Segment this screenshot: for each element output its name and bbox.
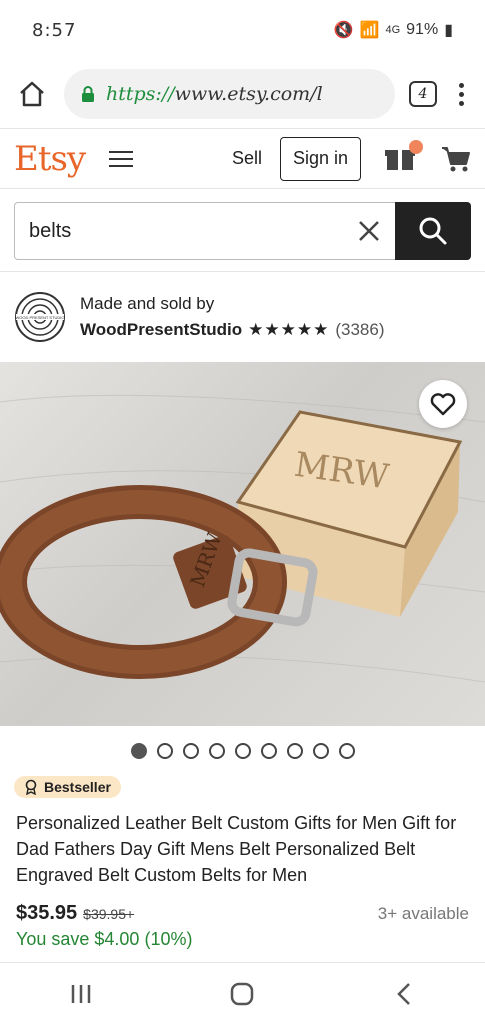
heart-icon — [430, 393, 456, 416]
home-nav-icon — [231, 982, 254, 1005]
url-text: https://www.etsy.com/l — [106, 83, 323, 105]
bestseller-badge: Bestseller — [14, 776, 121, 798]
sign-in-button[interactable]: Sign in — [279, 136, 361, 181]
home-nav-button[interactable] — [212, 974, 272, 1014]
search-section: belts — [0, 188, 485, 272]
search-input[interactable]: belts — [14, 202, 395, 260]
shop-info-row[interactable]: WOOD PRESENT STUDIO Made and sold by Woo… — [0, 272, 485, 362]
search-query: belts — [29, 219, 72, 242]
battery-icon: ▮ — [444, 22, 453, 39]
current-price: $35.95 — [16, 902, 78, 924]
carousel-dots — [0, 726, 485, 776]
etsy-logo[interactable]: Etsy — [14, 139, 86, 179]
product-image[interactable]: MRW MRW — [0, 362, 485, 726]
status-time: 8:57 — [32, 19, 77, 41]
carousel-dot[interactable] — [156, 743, 173, 759]
carousel-dot[interactable] — [208, 743, 225, 759]
product-title: Personalized Leather Belt Custom Gifts f… — [16, 813, 457, 885]
shop-info: Made and sold by WoodPresentStudio ★★★★★… — [80, 294, 384, 340]
network-label: 4G — [385, 24, 401, 36]
carousel-dot[interactable] — [338, 743, 355, 759]
system-nav-bar — [0, 962, 485, 1024]
battery-level: 91% — [406, 21, 439, 38]
lock-icon — [82, 86, 94, 102]
carousel-dot[interactable] — [286, 743, 303, 759]
sell-link[interactable]: Sell — [232, 148, 262, 169]
back-button[interactable] — [374, 974, 434, 1014]
review-count[interactable]: (3386) — [335, 320, 384, 340]
carousel-dot[interactable] — [130, 743, 147, 759]
cart-icon[interactable] — [441, 145, 471, 173]
hamburger-icon[interactable] — [109, 150, 134, 167]
recents-button[interactable] — [51, 974, 111, 1014]
search-form: belts — [14, 202, 471, 260]
award-icon — [25, 779, 37, 795]
more-icon[interactable] — [451, 82, 471, 106]
rating-stars: ★★★★★ — [248, 320, 330, 339]
product-photo: MRW MRW — [0, 394, 485, 683]
shop-name-line: WoodPresentStudio ★★★★★ (3386) — [80, 320, 384, 340]
badge-row: Bestseller — [0, 776, 485, 800]
gift-button[interactable] — [385, 139, 423, 172]
status-bar: 8:57 🔇 📶 4G 91% ▮ — [0, 0, 485, 60]
shop-logo-text: WOOD PRESENT STUDIO — [15, 315, 64, 320]
availability: 3+ available — [377, 904, 469, 923]
made-by-label: Made and sold by — [80, 294, 215, 313]
site-header: Etsy Sell Sign in — [0, 128, 485, 188]
badge-label: Bestseller — [44, 779, 111, 795]
original-price: $39.95+ — [83, 906, 135, 922]
recents-icon — [71, 984, 91, 1003]
carousel-dot[interactable] — [260, 743, 277, 759]
browser-toolbar: https://www.etsy.com/l 4 — [0, 60, 485, 128]
close-icon[interactable] — [357, 219, 381, 243]
back-icon — [397, 982, 411, 1005]
savings-text: You save $4.00 (10%) — [16, 929, 193, 949]
wifi-icon: 📶 — [359, 22, 380, 39]
shop-name[interactable]: WoodPresentStudio — [80, 320, 242, 340]
tabs-icon: 4 — [418, 86, 428, 102]
home-icon — [20, 81, 44, 107]
tab-switcher-button[interactable]: 4 — [409, 81, 437, 107]
carousel-dot[interactable] — [182, 743, 199, 759]
address-bar[interactable]: https://www.etsy.com/l — [64, 69, 395, 119]
carousel-dot[interactable] — [312, 743, 329, 759]
search-button[interactable] — [395, 202, 471, 260]
mute-icon: 🔇 — [333, 22, 354, 39]
price-row: $35.95 $39.95+ 3+ available — [0, 888, 485, 925]
browser-home-button[interactable] — [14, 76, 50, 112]
notification-dot — [409, 139, 423, 154]
search-icon — [419, 217, 447, 245]
shop-logo[interactable]: WOOD PRESENT STUDIO — [14, 291, 66, 343]
status-indicators: 🔇 📶 4G 91% ▮ — [334, 20, 453, 40]
carousel-dot[interactable] — [234, 743, 251, 759]
favorite-button[interactable] — [419, 380, 467, 428]
